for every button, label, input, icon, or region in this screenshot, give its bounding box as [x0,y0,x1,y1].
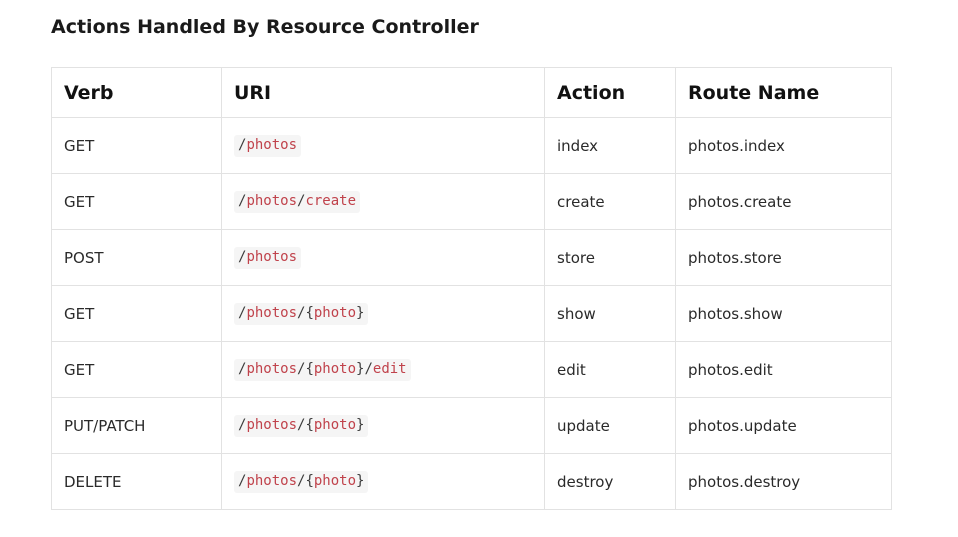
table-row: GET/photos/{photo} show photos.show [51,285,892,342]
uri-segment-highlight: photo [313,304,357,321]
cell-verb: POST [51,229,222,286]
cell-action: show [544,285,676,342]
cell-verb: GET [51,173,222,230]
uri-segment-highlight: photo [313,472,357,489]
uri-segment: } [356,416,365,433]
page-title: Actions Handled By Resource Controller [51,16,479,38]
uri-segment-highlight: photos [246,472,298,489]
cell-uri: /photos [221,117,545,174]
table-row: POST/photos store photos.store [51,229,892,286]
cell-route-name: photos.destroy [675,453,892,510]
uri-segment-highlight: photos [246,416,298,433]
table-row: GET/photos/{photo}/edit edit photos.edit [51,341,892,398]
cell-uri: /photos/{photo} [221,397,545,454]
cell-verb: GET [51,341,222,398]
uri-segment-highlight: photos [246,136,298,153]
cell-verb: PUT/PATCH [51,397,222,454]
cell-action: index [544,117,676,174]
table-row: GET/photos/create create photos.create [51,173,892,230]
cell-route-name: photos.create [675,173,892,230]
cell-action: store [544,229,676,286]
cell-verb: DELETE [51,453,222,510]
cell-route-name: photos.edit [675,341,892,398]
cell-action: create [544,173,676,230]
table-row: PUT/PATCH/photos/{photo} update photos.upd… [51,397,892,454]
header-route-name: Route Name [675,67,892,118]
cell-uri: /photos/create [221,173,545,230]
uri-segment-highlight: create [305,192,357,209]
uri-segment: /{ [297,416,314,433]
resource-actions-table: Verb URI Action Route Name GET/photos ind… [51,67,892,510]
uri-segment: /{ [297,472,314,489]
cell-route-name: photos.show [675,285,892,342]
uri-segment-highlight: photo [313,360,357,377]
header-uri: URI [221,67,545,118]
header-verb: Verb [51,67,222,118]
header-action: Action [544,67,676,118]
uri-segment: /{ [297,304,314,321]
table-row: DELETE/photos/{photo} destroy photos.destr… [51,453,892,510]
uri-code: /photos/{photo}/edit [234,358,411,381]
uri-code: /photos/create [234,190,361,213]
table-header-row: Verb URI Action Route Name [51,67,892,118]
cell-uri: /photos/{photo} [221,453,545,510]
uri-segment: }/ [356,360,373,377]
uri-code: /photos/{photo} [234,470,369,493]
uri-segment-highlight: photo [313,416,357,433]
cell-route-name: photos.store [675,229,892,286]
table-row: GET/photos index photos.index [51,117,892,174]
uri-segment: } [356,472,365,489]
uri-segment-highlight: edit [372,360,407,377]
uri-segment-highlight: photos [246,192,298,209]
uri-code: /photos/{photo} [234,414,369,437]
cell-action: destroy [544,453,676,510]
uri-code: /photos [234,246,302,269]
uri-segment: /{ [297,360,314,377]
cell-action: update [544,397,676,454]
cell-verb: GET [51,285,222,342]
uri-code: /photos/{photo} [234,302,369,325]
uri-segment: } [356,304,365,321]
uri-code: /photos [234,134,302,157]
cell-verb: GET [51,117,222,174]
uri-segment-highlight: photos [246,248,298,265]
cell-route-name: photos.update [675,397,892,454]
cell-route-name: photos.index [675,117,892,174]
cell-uri: /photos/{photo}/edit [221,341,545,398]
cell-action: edit [544,341,676,398]
uri-segment-highlight: photos [246,360,298,377]
uri-segment-highlight: photos [246,304,298,321]
cell-uri: /photos [221,229,545,286]
cell-uri: /photos/{photo} [221,285,545,342]
